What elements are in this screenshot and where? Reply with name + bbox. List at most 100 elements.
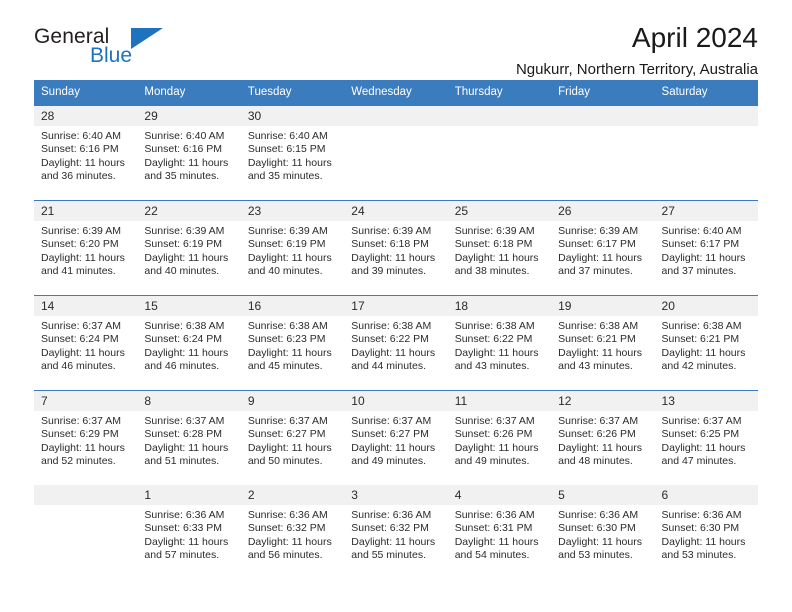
day-detail-line: Daylight: 11 hours <box>144 251 229 264</box>
day-detail-line: and 46 minutes. <box>41 360 116 373</box>
day-cell: Sunrise: 6:40 AM Sunset: 6:15 PM Daylight:… <box>240 126 345 201</box>
day-cell: Sunrise: 6:39 AM Sunset: 6:18 PM Daylight:… <box>344 221 448 296</box>
day-detail-line: Daylight: 11 hours <box>247 156 332 169</box>
day-number[interactable]: 14 <box>34 295 138 316</box>
day-number[interactable]: 10 <box>344 390 448 411</box>
day-detail-line: Daylight: 11 hours <box>351 346 436 359</box>
day-detail-line: Sunset: 6:29 PM <box>41 428 119 441</box>
day-cell: Sunrise: 6:40 AM Sunset: 6:17 PM Daylight:… <box>654 221 758 296</box>
day-cell: Sunrise: 6:39 AM Sunset: 6:17 PM Daylight:… <box>551 221 655 296</box>
day-number[interactable]: 6 <box>654 485 758 505</box>
day-number[interactable]: 13 <box>654 390 758 411</box>
day-number[interactable]: 23 <box>240 200 345 221</box>
day-detail-line: Daylight: 11 hours <box>558 251 642 264</box>
week-info-row: Sunrise: 6:37 AM Sunset: 6:29 PM Daylight:… <box>34 411 758 485</box>
day-detail-line: and 43 minutes. <box>558 360 633 373</box>
day-cell: Sunrise: 6:37 AM Sunset: 6:25 PM Daylight:… <box>654 411 758 485</box>
day-number[interactable]: 30 <box>240 105 345 126</box>
day-detail-line: Sunrise: 6:39 AM <box>558 225 639 237</box>
day-detail-line: Sunset: 6:17 PM <box>558 238 636 251</box>
day-number[interactable]: 9 <box>240 390 345 411</box>
day-detail-line: Daylight: 11 hours <box>41 346 125 359</box>
day-number[interactable]: 25 <box>447 200 552 221</box>
day-detail-line: Daylight: 11 hours <box>41 441 125 454</box>
day-number[interactable]: 15 <box>137 295 241 316</box>
day-detail-line: Sunset: 6:21 PM <box>661 333 740 346</box>
day-number[interactable]: 29 <box>137 105 241 126</box>
day-cell: Sunrise: 6:37 AM Sunset: 6:27 PM Daylight:… <box>240 411 345 485</box>
day-number[interactable]: 2 <box>240 485 345 505</box>
day-detail-line: and 53 minutes. <box>558 549 633 562</box>
day-detail-line: Sunrise: 6:38 AM <box>661 320 742 332</box>
day-number[interactable]: 21 <box>34 200 138 221</box>
day-number[interactable]: 7 <box>34 390 138 411</box>
day-number[interactable]: 18 <box>447 295 552 316</box>
day-number[interactable]: 8 <box>137 390 241 411</box>
day-number[interactable]: 4 <box>447 485 552 505</box>
day-number[interactable]: 26 <box>551 200 655 221</box>
day-number[interactable]: 17 <box>344 295 448 316</box>
day-detail-line: Daylight: 11 hours <box>661 346 746 359</box>
day-detail-line: Sunrise: 6:39 AM <box>247 225 328 237</box>
day-detail-line: Sunset: 6:24 PM <box>41 333 119 346</box>
day-detail-line: and 45 minutes. <box>247 360 323 373</box>
day-cell: Sunrise: 6:38 AM Sunset: 6:21 PM Daylight:… <box>551 316 655 391</box>
day-detail-line: Sunset: 6:16 PM <box>41 143 119 156</box>
day-cell: Sunrise: 6:37 AM Sunset: 6:27 PM Daylight:… <box>344 411 448 485</box>
day-cell: Sunrise: 6:39 AM Sunset: 6:18 PM Daylight:… <box>447 221 552 296</box>
day-detail-line: Daylight: 11 hours <box>661 251 746 264</box>
day-number[interactable]: 22 <box>137 200 241 221</box>
day-number[interactable]: 16 <box>240 295 345 316</box>
day-detail-line: Sunrise: 6:37 AM <box>41 415 121 427</box>
day-detail-line: Daylight: 11 hours <box>454 346 539 359</box>
day-cell: Sunrise: 6:36 AM Sunset: 6:32 PM Daylight:… <box>344 505 448 579</box>
day-detail-line: and 52 minutes. <box>41 455 116 468</box>
day-detail-line: Daylight: 11 hours <box>454 441 539 454</box>
day-cell: Sunrise: 6:39 AM Sunset: 6:19 PM Daylight:… <box>240 221 345 296</box>
day-cell: Sunrise: 6:37 AM Sunset: 6:28 PM Daylight:… <box>137 411 241 485</box>
day-number[interactable]: 1 <box>137 485 241 505</box>
day-detail-line: Sunrise: 6:36 AM <box>661 509 742 521</box>
day-detail-line: and 55 minutes. <box>351 549 426 562</box>
day-detail-line: Daylight: 11 hours <box>247 251 332 264</box>
day-number[interactable]: 28 <box>34 105 138 126</box>
day-detail-line: Sunset: 6:26 PM <box>558 428 636 441</box>
day-number[interactable]: 12 <box>551 390 655 411</box>
day-detail-line: Sunrise: 6:40 AM <box>41 130 121 142</box>
general-blue-logo[interactable]: General Blue <box>34 26 214 72</box>
day-detail-line: Daylight: 11 hours <box>351 535 436 548</box>
day-detail-line: Sunrise: 6:36 AM <box>144 509 225 521</box>
day-detail-line: Daylight: 11 hours <box>247 535 332 548</box>
day-detail-line: Sunrise: 6:39 AM <box>454 225 535 237</box>
day-cell: Sunrise: 6:38 AM Sunset: 6:22 PM Daylight:… <box>447 316 552 391</box>
day-detail-line: Sunset: 6:18 PM <box>454 238 533 251</box>
day-detail-line: Daylight: 11 hours <box>558 441 642 454</box>
week-info-row: Sunrise: 6:36 AM Sunset: 6:33 PM Daylight:… <box>34 505 758 579</box>
calendar-week: 1 2 3 4 5 6 Sunrise: 6:36 AM Sunset: 6:33 PM Day… <box>34 485 758 579</box>
day-cell: Sunrise: 6:38 AM Sunset: 6:24 PM Daylight:… <box>137 316 241 391</box>
day-detail-line: Sunrise: 6:37 AM <box>351 415 432 427</box>
calendar-week: 21 22 23 24 25 26 27 Sunrise: 6:39 AM Sunset: 6:… <box>34 200 758 296</box>
day-detail-line: and 39 minutes. <box>351 265 426 278</box>
day-number[interactable]: 27 <box>654 200 758 221</box>
week-daynumber-row: 123456 <box>34 485 758 505</box>
day-detail-line: Daylight: 11 hours <box>144 156 229 169</box>
day-number[interactable]: 11 <box>447 390 552 411</box>
day-number[interactable]: 5 <box>551 485 655 505</box>
week-daynumber-row: 14 15 16 17 18 19 20 <box>34 295 758 316</box>
week-daynumber-row: 28 29 30 <box>34 105 758 126</box>
day-detail-line: Sunrise: 6:36 AM <box>454 509 535 521</box>
week-info-row: Sunrise: 6:40 AM Sunset: 6:16 PM Daylight:… <box>34 126 758 201</box>
day-detail-line: and 50 minutes. <box>247 455 323 468</box>
weekday-header-tuesday: Tuesday <box>240 80 345 106</box>
day-number[interactable]: 24 <box>344 200 448 221</box>
day-cell: Sunrise: 6:39 AM Sunset: 6:20 PM Daylight:… <box>34 221 138 296</box>
day-number[interactable]: 19 <box>551 295 655 316</box>
day-number[interactable]: 20 <box>654 295 758 316</box>
day-detail-line: Sunset: 6:19 PM <box>144 238 223 251</box>
day-number[interactable]: 3 <box>344 485 448 505</box>
day-detail-line: Daylight: 11 hours <box>351 441 436 454</box>
day-detail-line: Sunset: 6:24 PM <box>144 333 223 346</box>
day-detail-line: Sunrise: 6:37 AM <box>454 415 535 427</box>
day-detail-line: and 54 minutes. <box>454 549 530 562</box>
